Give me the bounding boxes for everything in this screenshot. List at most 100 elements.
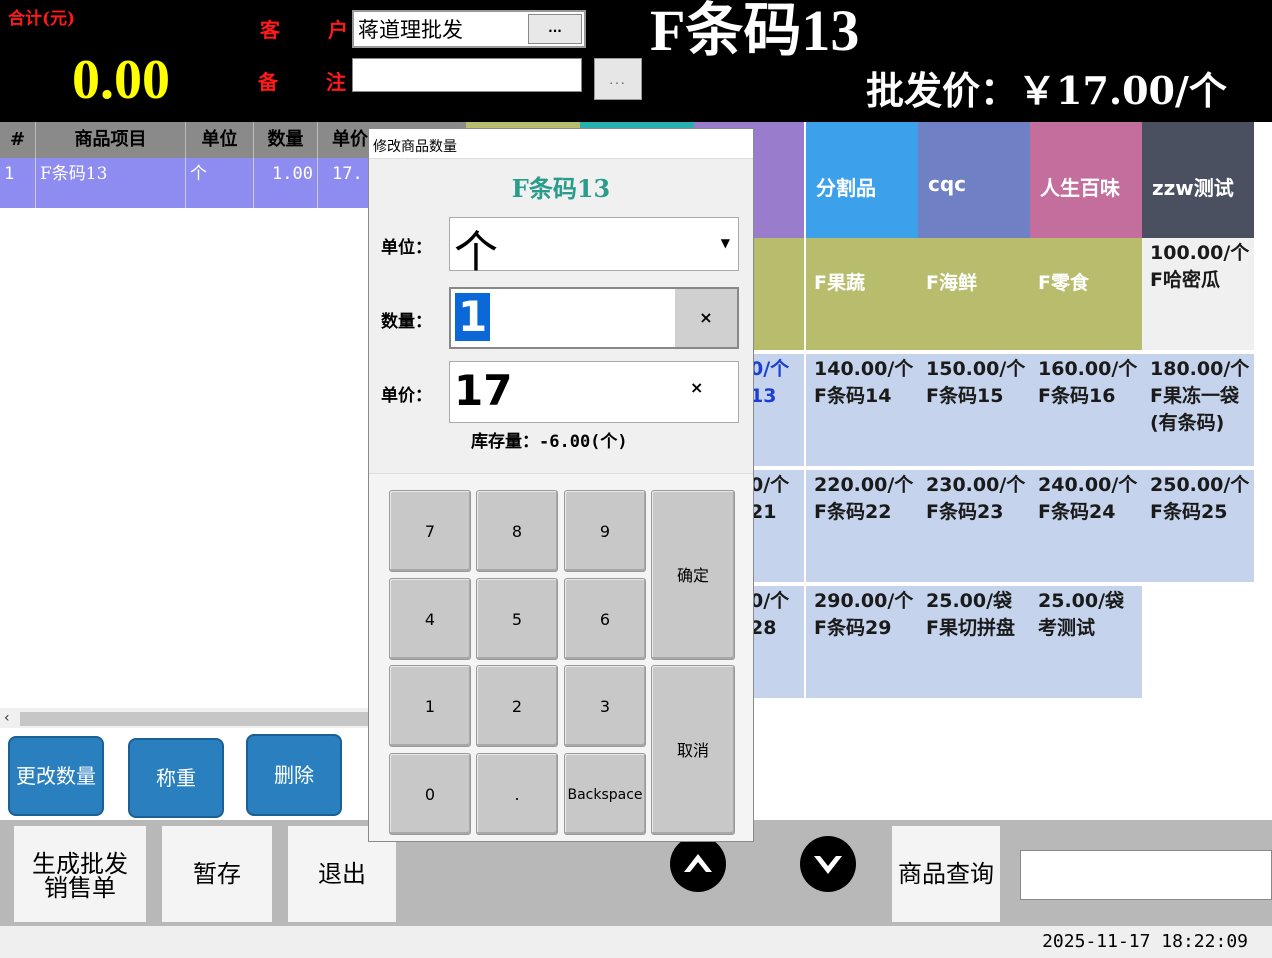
current-product-title: F条码13 (650, 0, 860, 63)
product-price: 0/个 (750, 358, 790, 380)
product-tile-barcode-15[interactable]: 150.00/个 F条码15 (918, 354, 1030, 466)
subcategory-tile-fruit-veg[interactable]: F果蔬 (806, 238, 918, 350)
product-tile-test[interactable]: 25.00/袋 考测试 (1030, 586, 1142, 698)
chevron-down-icon (814, 856, 842, 874)
generate-order-button[interactable]: 生成批发销售单 (14, 826, 146, 922)
numeric-keypad: 7 8 9 确定 4 5 6 1 2 3 取消 0 . Backspace (369, 473, 753, 841)
key-1[interactable]: 1 (389, 665, 471, 747)
scrollbar-thumb[interactable] (20, 712, 370, 726)
dropdown-arrow-icon[interactable]: ▼ (721, 236, 730, 250)
quantity-label: 数量： (381, 312, 432, 332)
column-header-item: 商品项目 (36, 122, 186, 158)
confirm-button[interactable]: 确定 (651, 490, 735, 660)
delete-button[interactable]: 删除 (246, 734, 342, 816)
note-input[interactable] (352, 58, 582, 92)
product-name: F果冻一袋(有条码) (1150, 385, 1239, 434)
wholesale-price-display: 批发价：￥17.00/个 (866, 68, 1227, 113)
product-name: 考测试 (1038, 617, 1096, 639)
weigh-button[interactable]: 称重 (128, 738, 224, 818)
product-tile-barcode-14[interactable]: 140.00/个 F条码14 (806, 354, 918, 466)
total-label: 合计(元) (8, 9, 76, 29)
customer-browse-button[interactable]: ... (528, 14, 582, 44)
row-qty: 1.00 (254, 158, 318, 208)
customer-field[interactable]: 蒋道理批发 ... (352, 10, 586, 48)
column-header-qty: 数量 (254, 122, 318, 158)
category-tile-life[interactable]: 人生百味 (1030, 122, 1142, 238)
key-6[interactable]: 6 (564, 578, 646, 660)
product-price: 230.00/个 (926, 474, 1026, 496)
note-browse-button[interactable]: ... (594, 58, 642, 100)
dialog-title: 修改商品数量 (373, 139, 457, 155)
price-clear-icon[interactable]: × (690, 378, 703, 397)
change-quantity-button[interactable]: 更改数量 (8, 736, 104, 816)
product-tile-jelly-bag[interactable]: 180.00/个 F果冻一袋(有条码) (1142, 354, 1254, 466)
product-tile-barcode-25[interactable]: 250.00/个 F条码25 (1142, 470, 1254, 582)
header-bar: 合计(元) 0.00 客 户 备 注 蒋道理批发 ... ... F条码13 批… (0, 0, 1272, 122)
product-price: 0/个 (750, 590, 790, 612)
cancel-button[interactable]: 取消 (651, 665, 735, 835)
product-tile-barcode-24[interactable]: 240.00/个 F条码24 (1030, 470, 1142, 582)
product-name: F条码25 (1150, 501, 1228, 523)
dialog-titlebar[interactable]: 修改商品数量 (369, 129, 753, 159)
product-price: 25.00/袋 (926, 590, 1013, 612)
product-tile-barcode-16[interactable]: 160.00/个 F条码16 (1030, 354, 1142, 466)
price-input[interactable]: 17 × (449, 361, 739, 423)
category-tile-cqc[interactable]: cqc (918, 122, 1030, 238)
price-label: 单价： (381, 386, 432, 406)
total-amount: 0.00 (72, 49, 170, 111)
product-price: 180.00/个 (1150, 358, 1250, 380)
column-header-unit: 单位 (186, 122, 254, 158)
note-label-char-1: 备 (258, 70, 278, 94)
key-7[interactable]: 7 (389, 490, 471, 572)
product-price: 0/个 (750, 474, 790, 496)
product-tile-barcode-22[interactable]: 220.00/个 F条码22 (806, 470, 918, 582)
product-tile-fruit-platter[interactable]: 25.00/袋 F果切拼盘 (918, 586, 1030, 698)
unit-selected-value: 个 (454, 227, 498, 278)
category-tile-split[interactable]: 分割品 (806, 122, 918, 238)
product-tile-hami-melon[interactable]: 100.00/个 F哈密瓜 (1142, 238, 1254, 350)
product-price: 250.00/个 (1150, 474, 1250, 496)
hold-order-button[interactable]: 暂存 (162, 826, 272, 922)
key-0[interactable]: 0 (389, 753, 471, 835)
category-label: 分割品 (816, 176, 876, 200)
product-search-button[interactable]: 商品查询 (892, 826, 1000, 922)
subcategory-label: F海鲜 (926, 272, 977, 294)
quantity-clear-icon[interactable]: × (675, 289, 737, 347)
current-datetime: 2025-11-17 18:22:09 (1042, 931, 1248, 952)
key-decimal[interactable]: . (476, 753, 558, 835)
product-price: 150.00/个 (926, 358, 1026, 380)
category-tile-zzw[interactable]: zzw测试 (1142, 122, 1254, 238)
product-name: F条码24 (1038, 501, 1116, 523)
product-price: 100.00/个 (1150, 242, 1250, 264)
subcategory-label: F零食 (1038, 272, 1089, 294)
scroll-up-button[interactable] (670, 836, 726, 892)
note-label-char-2: 注 (326, 70, 346, 94)
product-price: 160.00/个 (1038, 358, 1138, 380)
chevron-up-icon (684, 854, 712, 872)
quantity-input[interactable]: 1 × (449, 287, 739, 349)
key-9[interactable]: 9 (564, 490, 646, 572)
key-3[interactable]: 3 (564, 665, 646, 747)
stock-quantity: 库存量：-6.00(个) (471, 432, 628, 452)
category-label: zzw测试 (1152, 176, 1234, 200)
key-8[interactable]: 8 (476, 490, 558, 572)
product-tile-barcode-29[interactable]: 290.00/个 F条码29 (806, 586, 918, 698)
scroll-down-button[interactable] (800, 836, 856, 892)
product-tile-barcode-23[interactable]: 230.00/个 F条码23 (918, 470, 1030, 582)
key-2[interactable]: 2 (476, 665, 558, 747)
unit-select[interactable]: 个 ▼ (449, 217, 739, 278)
row-unit: 个 (186, 158, 254, 208)
key-5[interactable]: 5 (476, 578, 558, 660)
product-search-input[interactable] (1020, 850, 1272, 900)
subcategory-tile-snacks[interactable]: F零食 (1030, 238, 1142, 350)
product-name: F条码23 (926, 501, 1004, 523)
scroll-left-icon[interactable]: ‹ (4, 708, 10, 728)
product-name: 28 (750, 617, 777, 639)
subcategory-tile-seafood[interactable]: F海鲜 (918, 238, 1030, 350)
product-price: 240.00/个 (1038, 474, 1138, 496)
key-4[interactable]: 4 (389, 578, 471, 660)
product-name: 21 (750, 501, 777, 523)
row-index: 1 (0, 158, 36, 208)
quantity-value: 1 (455, 293, 491, 341)
key-backspace[interactable]: Backspace (564, 753, 646, 835)
